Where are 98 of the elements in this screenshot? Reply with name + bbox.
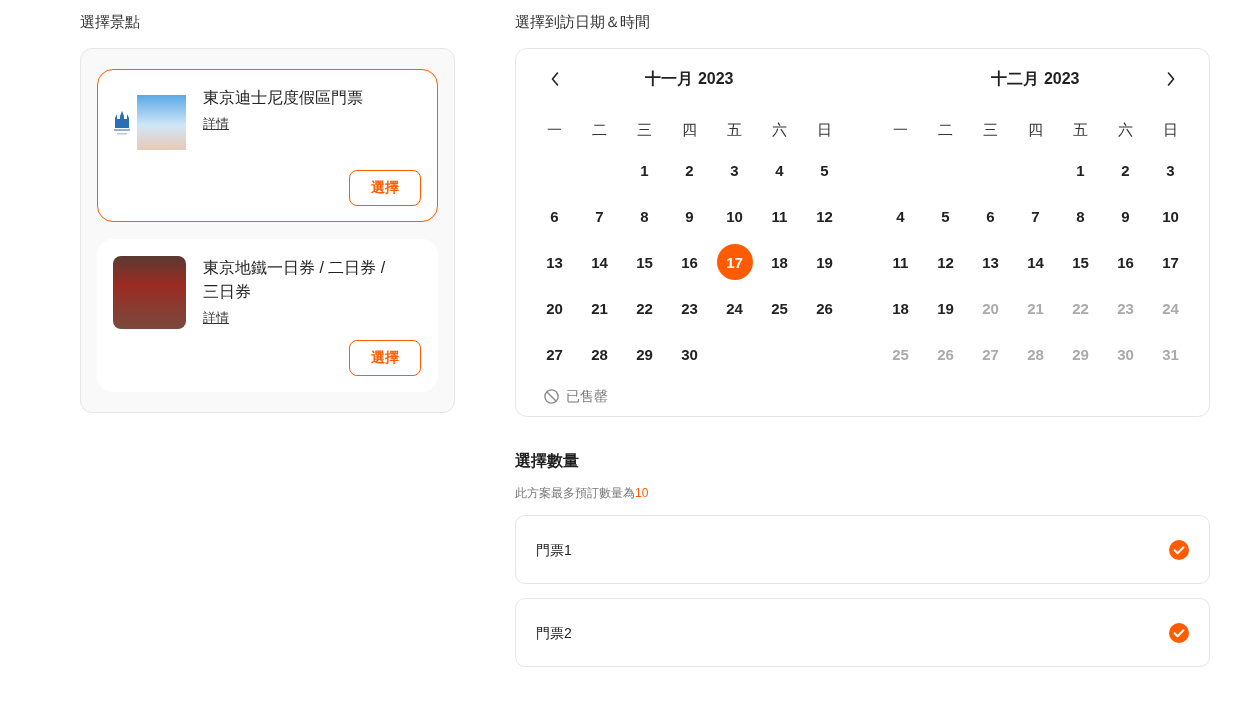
calendar-day[interactable]: 3: [1152, 152, 1189, 188]
calendar-day: 30: [1107, 336, 1144, 372]
calendar-day[interactable]: 1: [626, 152, 663, 188]
calendar-day[interactable]: 19: [806, 244, 843, 280]
calendar-day[interactable]: 4: [761, 152, 798, 188]
calendar-day[interactable]: 11: [882, 244, 919, 280]
attraction-card[interactable]: 東京地鐵一日券 / 二日券 / 三日券 詳情 選擇: [97, 239, 438, 392]
calendar-day: 22: [1062, 290, 1099, 326]
calendar-day[interactable]: 13: [536, 244, 573, 280]
calendar-day: 26: [927, 336, 964, 372]
attraction-title: 東京迪士尼度假區門票: [203, 88, 363, 108]
weekday-label: 一: [547, 121, 562, 139]
ticket-option[interactable]: 門票1: [515, 515, 1210, 584]
calendar-day[interactable]: 15: [626, 244, 663, 280]
calendar-day[interactable]: 9: [671, 198, 708, 234]
calendar-day[interactable]: 2: [1107, 152, 1144, 188]
calendar-day[interactable]: 8: [1062, 198, 1099, 234]
details-link[interactable]: 詳情: [203, 114, 229, 134]
calendar-day[interactable]: 22: [626, 290, 663, 326]
weekday-label: 日: [817, 121, 832, 139]
calendar-day[interactable]: 10: [1152, 198, 1189, 234]
calendar-day: 28: [1017, 336, 1054, 372]
calendar-day[interactable]: 14: [1017, 244, 1054, 280]
section-title: 選擇到訪日期＆時間: [515, 12, 650, 32]
section-title: 選擇數量: [515, 451, 579, 471]
calendar-day[interactable]: 20: [536, 290, 573, 326]
weekday-label: 四: [682, 121, 697, 139]
calendar-day[interactable]: 5: [927, 198, 964, 234]
photo-placeholder: [137, 95, 186, 150]
weekday-label: 四: [1028, 121, 1043, 139]
calendar-day[interactable]: 26: [806, 290, 843, 326]
calendar-day[interactable]: 18: [761, 244, 798, 280]
calendar-day: 20: [972, 290, 1009, 326]
legend-label: 已售罄: [566, 387, 608, 405]
check-circle-icon[interactable]: [1169, 539, 1189, 560]
calendar-day[interactable]: 7: [1017, 198, 1054, 234]
weekday-label: 五: [1073, 121, 1088, 139]
calendar-day[interactable]: 6: [536, 198, 573, 234]
calendar-day[interactable]: 10: [716, 198, 753, 234]
calendar-day[interactable]: 23: [671, 290, 708, 326]
calendar-day[interactable]: 14: [581, 244, 618, 280]
calendar-day: 27: [972, 336, 1009, 372]
check-circle-icon[interactable]: [1169, 622, 1189, 643]
weekday-label: 一: [893, 121, 908, 139]
chevron-right-icon[interactable]: [1166, 72, 1175, 86]
calendar-day[interactable]: 12: [927, 244, 964, 280]
calendar-day[interactable]: 8: [626, 198, 663, 234]
calendar-day[interactable]: 21: [581, 290, 618, 326]
calendar-day[interactable]: 13: [972, 244, 1009, 280]
calendar-day[interactable]: 4: [882, 198, 919, 234]
prohibited-icon: [544, 388, 559, 404]
calendar-day[interactable]: 29: [626, 336, 663, 372]
ticket-label: 門票2: [536, 623, 572, 642]
month-title: 十二月 2023: [991, 69, 1080, 89]
ticket-option[interactable]: 門票2: [515, 598, 1210, 667]
attraction-card[interactable]: 東京迪士尼度假區門票 詳情 選擇: [97, 69, 438, 222]
calendar-day[interactable]: 6: [972, 198, 1009, 234]
calendar-day: 21: [1017, 290, 1054, 326]
weekday-label: 二: [592, 121, 607, 139]
attraction-title: 東京地鐵一日券 / 二日券 / 三日券: [203, 258, 387, 302]
weekday-label: 六: [772, 121, 787, 139]
calendar-day[interactable]: 15: [1062, 244, 1099, 280]
calendar-day[interactable]: 17: [1152, 244, 1189, 280]
ticket-label: 門票1: [536, 540, 572, 559]
castle-icon: [113, 110, 131, 135]
calendar-day: 24: [1152, 290, 1189, 326]
calendar-day[interactable]: 1: [1062, 152, 1099, 188]
month-title: 十一月 2023: [645, 69, 734, 89]
weekday-label: 三: [637, 121, 652, 139]
details-link[interactable]: 詳情: [203, 308, 229, 328]
calendar-day: 29: [1062, 336, 1099, 372]
calendar-day: 25: [882, 336, 919, 372]
calendar-day[interactable]: 16: [1107, 244, 1144, 280]
weekday-label: 二: [938, 121, 953, 139]
calendar-day[interactable]: 27: [536, 336, 573, 372]
calendar-day[interactable]: 7: [581, 198, 618, 234]
calendar-day[interactable]: 16: [671, 244, 708, 280]
section-title: 選擇景點: [80, 12, 140, 32]
calendar-day[interactable]: 24: [716, 290, 753, 326]
calendar-day[interactable]: 30: [671, 336, 708, 372]
calendar-day[interactable]: 28: [581, 336, 618, 372]
weekday-label: 六: [1118, 121, 1133, 139]
calendar-day[interactable]: 25: [761, 290, 798, 326]
chevron-left-icon[interactable]: [550, 72, 559, 86]
calendar-day[interactable]: 9: [1107, 198, 1144, 234]
calendar-day[interactable]: 3: [716, 152, 753, 188]
calendar-day[interactable]: 2: [671, 152, 708, 188]
calendar-day[interactable]: 12: [806, 198, 843, 234]
calendar-day[interactable]: 19: [927, 290, 964, 326]
weekday-label: 日: [1163, 121, 1178, 139]
calendar-day[interactable]: 18: [882, 290, 919, 326]
quantity-note: 此方案最多預訂數量為10: [515, 485, 649, 501]
calendar-day: 31: [1152, 336, 1189, 372]
weekday-label: 五: [727, 121, 742, 139]
weekday-label: 三: [983, 121, 998, 139]
calendar-day: 23: [1107, 290, 1144, 326]
calendar-day[interactable]: 11: [761, 198, 798, 234]
calendar-day[interactable]: 5: [806, 152, 843, 188]
